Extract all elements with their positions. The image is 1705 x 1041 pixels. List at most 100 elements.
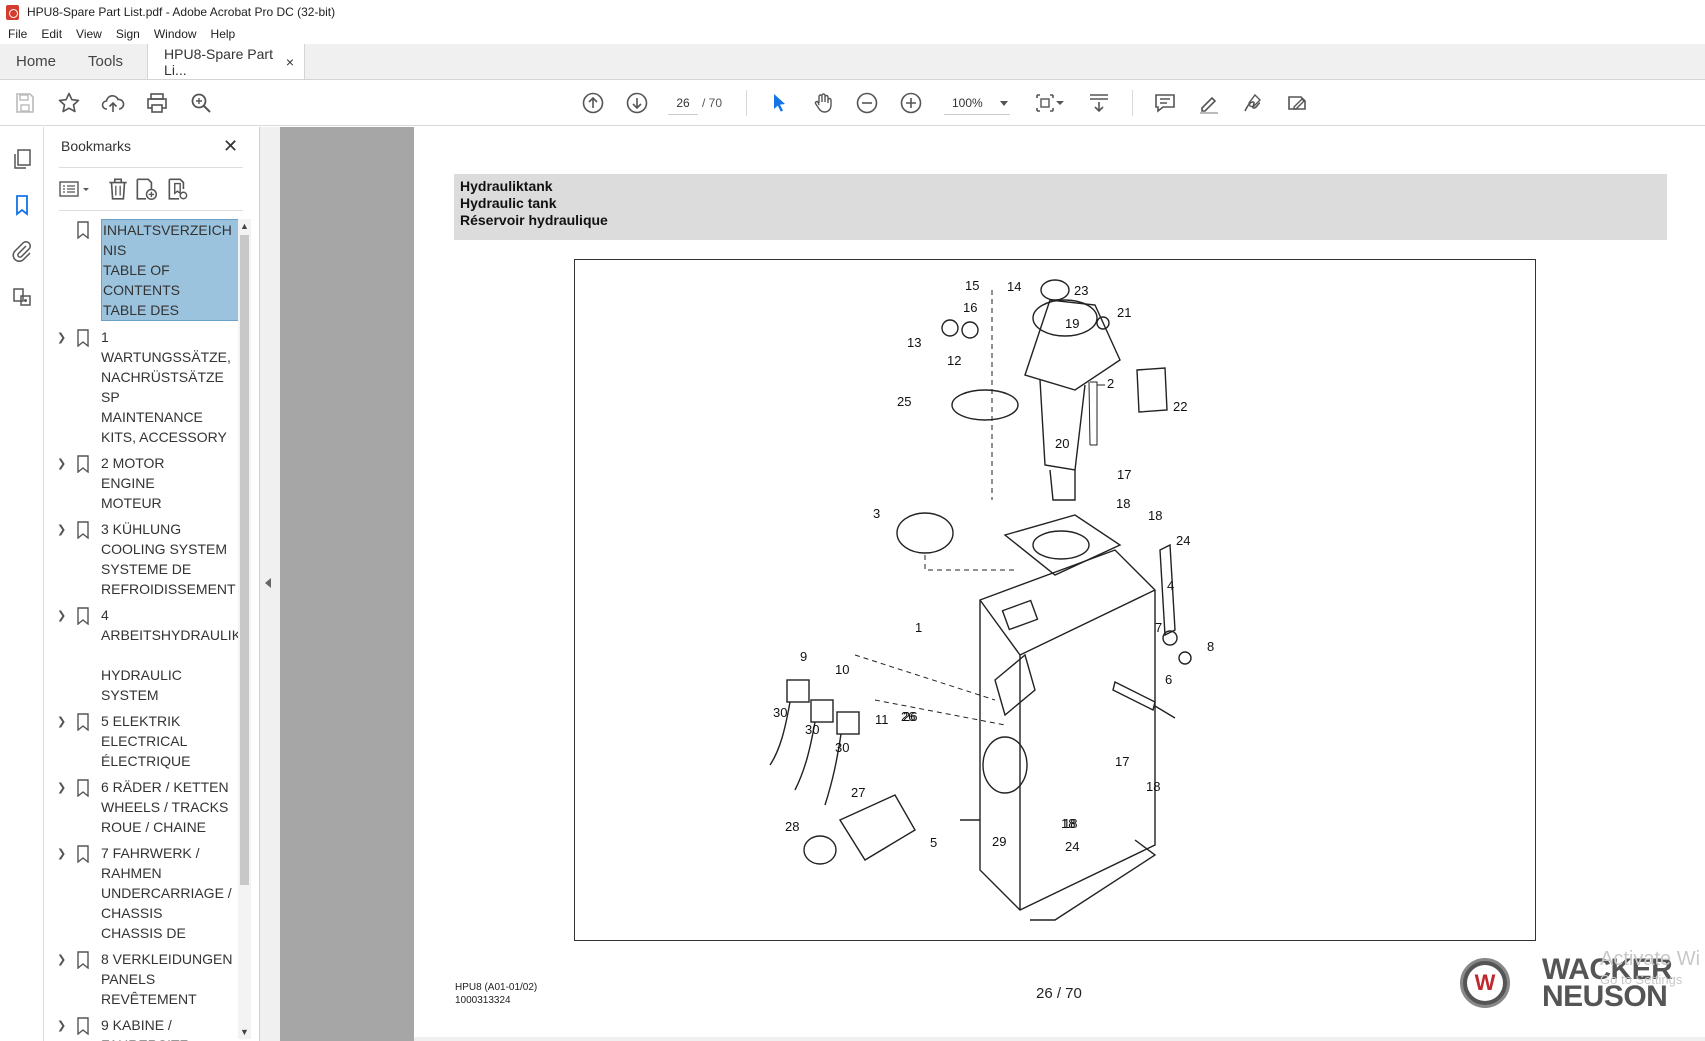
bookmark-label: 5 ELEKTRIK ELECTRICAL ÉLECTRIQUE	[101, 713, 191, 769]
fitting	[941, 319, 959, 337]
heading-german: Hydrauliktank	[460, 178, 553, 194]
page-number-input[interactable]	[668, 91, 698, 115]
search-zoom-icon[interactable]	[188, 90, 214, 116]
part-callout-label: 22	[1173, 399, 1187, 414]
bookmark-item[interactable]: ❯ 2 MOTOR ENGINE MOTEUR	[45, 453, 250, 513]
bookmark-options-icon[interactable]	[59, 176, 95, 202]
zoom-in-icon[interactable]	[898, 90, 924, 116]
menu-view[interactable]: View	[76, 27, 102, 41]
bookmark-item[interactable]: ❯ 7 FAHRWERK / RAHMEN UNDERCARRIAGE / CHA…	[45, 843, 250, 943]
save-icon[interactable]	[12, 90, 38, 116]
sign-icon[interactable]	[1240, 90, 1266, 116]
delete-bookmark-icon[interactable]	[105, 176, 131, 202]
part-callout-label: 13	[907, 335, 921, 350]
hand-tool-icon[interactable]	[810, 90, 836, 116]
menu-sign[interactable]: Sign	[116, 27, 140, 41]
document-tab-label: HPU8-Spare Part Li...	[164, 45, 273, 78]
bookmark-label: 9 KABINE / FAHRERSITZ	[101, 1017, 188, 1041]
filter-element	[1039, 379, 1086, 471]
menu-window[interactable]: Window	[154, 27, 197, 41]
attachments-icon[interactable]	[10, 239, 34, 263]
star-icon[interactable]	[56, 90, 82, 116]
bookmark-item[interactable]: ❯ 3 KÜHLUNG COOLING SYSTEM SYSTEME DE REF…	[45, 519, 250, 599]
print-icon[interactable]	[144, 90, 170, 116]
fitting	[1178, 651, 1192, 665]
bookmark-item[interactable]: ❯ 4 ARBEITSHYDRAULIK HYDRAULIC SYSTEM	[45, 605, 250, 705]
part-callout-label: 16	[963, 300, 977, 315]
bookmark-icon	[77, 951, 89, 969]
part-callout-label: 27	[851, 785, 865, 800]
chevron-right-icon[interactable]: ❯	[57, 454, 66, 474]
scrollbar-thumb[interactable]	[240, 235, 249, 885]
scroll-mode-icon[interactable]	[1086, 90, 1112, 116]
heading-french: Réservoir hydraulique	[460, 212, 608, 228]
menu-help[interactable]: Help	[211, 27, 236, 41]
heater-element	[1112, 680, 1176, 719]
chevron-right-icon[interactable]: ❯	[57, 778, 66, 798]
zoom-level-value: 100%	[952, 96, 983, 110]
part-callout-label: 21	[1117, 305, 1131, 320]
bookmarks-icon[interactable]	[10, 193, 34, 217]
chevron-right-icon[interactable]: ❯	[57, 712, 66, 732]
close-tab-icon[interactable]: ×	[286, 54, 294, 70]
fill-sign-icon[interactable]	[1284, 90, 1310, 116]
chevron-right-icon[interactable]: ❯	[57, 520, 66, 540]
zoom-level-select[interactable]: 100%	[944, 91, 1010, 115]
next-page-icon[interactable]	[624, 90, 650, 116]
bookmark-item[interactable]: ❯ 9 KABINE / FAHRERSITZ	[45, 1015, 250, 1041]
tab-row: Home Tools HPU8-Spare Part Li... ×	[0, 44, 1705, 80]
bookmark-item[interactable]: ❯ 1 WARTUNGSSÄTZE, NACHRÜSTSÄTZE SP MAINT…	[45, 327, 250, 447]
bookmark-item[interactable]: ❯ 8 VERKLEIDUNGEN PANELS REVÊTEMENT	[45, 949, 250, 1009]
part-callout-label: 7	[1155, 620, 1162, 635]
part-callout-label: 1	[915, 620, 922, 635]
zoom-out-icon[interactable]	[854, 90, 880, 116]
bookmark-icon	[77, 845, 89, 863]
chevron-down-icon[interactable]	[1054, 90, 1066, 116]
bookmark-icon	[77, 779, 89, 797]
chevron-right-icon[interactable]: ❯	[57, 328, 66, 348]
chevron-right-icon[interactable]: ❯	[57, 606, 66, 626]
divider	[59, 167, 243, 168]
part-callout-label: 19	[1065, 316, 1079, 331]
bookmark-properties-icon[interactable]	[165, 176, 191, 202]
comment-icon[interactable]	[1152, 90, 1178, 116]
chevron-right-icon[interactable]: ❯	[57, 950, 66, 970]
close-icon[interactable]: ✕	[223, 136, 238, 157]
select-cursor-icon[interactable]	[766, 90, 792, 116]
scroll-up-icon[interactable]: ▲	[240, 221, 249, 231]
part-callout-label: 26	[901, 709, 915, 724]
part-callout-label: 18	[1148, 508, 1162, 523]
menu-file[interactable]: File	[8, 27, 27, 41]
cloud-upload-icon[interactable]	[100, 90, 126, 116]
part-callout-label: 29	[992, 834, 1006, 849]
collapse-panel-icon[interactable]	[265, 578, 271, 588]
tab-tools[interactable]: Tools	[72, 44, 139, 79]
breather-cap	[1040, 279, 1070, 301]
highlight-pen-icon[interactable]	[1196, 90, 1222, 116]
bookmark-item[interactable]: INHALTSVERZEICH NIS TABLE OF CONTENTS TA…	[45, 219, 250, 321]
bookmark-item[interactable]: ❯ 5 ELEKTRIK ELECTRICAL ÉLECTRIQUE	[45, 711, 250, 771]
filter-bottom	[1049, 469, 1076, 501]
part-callout-label: 24	[1065, 839, 1079, 854]
bookmarks-scrollbar[interactable]: ▲ ▼	[238, 219, 251, 1039]
bookmark-item[interactable]: ❯ 6 RÄDER / KETTEN WHEELS / TRACKS ROUE /…	[45, 777, 250, 837]
tab-home[interactable]: Home	[0, 44, 72, 79]
wacker-neuson-logo-mark: W	[1460, 958, 1510, 1008]
chevron-right-icon[interactable]: ❯	[57, 1016, 66, 1036]
chevron-right-icon[interactable]: ❯	[57, 844, 66, 864]
bookmarks-title: Bookmarks	[61, 138, 132, 154]
page-thumbnails-icon[interactable]	[10, 147, 34, 171]
new-bookmark-icon[interactable]	[133, 176, 159, 202]
bookmark-label: 4 ARBEITSHYDRAULIK HYDRAULIC SYSTEM	[101, 607, 242, 703]
bookmark-icon	[77, 455, 89, 473]
tab-document[interactable]: HPU8-Spare Part Li... ×	[147, 44, 306, 79]
fitting	[961, 321, 979, 339]
menu-edit[interactable]: Edit	[41, 27, 62, 41]
scroll-down-icon[interactable]: ▼	[240, 1027, 249, 1037]
small-parts-bag	[1136, 367, 1168, 413]
window-title: HPU8-Spare Part List.pdf - Adobe Acrobat…	[27, 5, 336, 19]
layers-icon[interactable]	[10, 285, 34, 309]
previous-page-icon[interactable]	[580, 90, 606, 116]
sensor-box	[786, 679, 810, 703]
return-filter-cap	[803, 835, 837, 865]
